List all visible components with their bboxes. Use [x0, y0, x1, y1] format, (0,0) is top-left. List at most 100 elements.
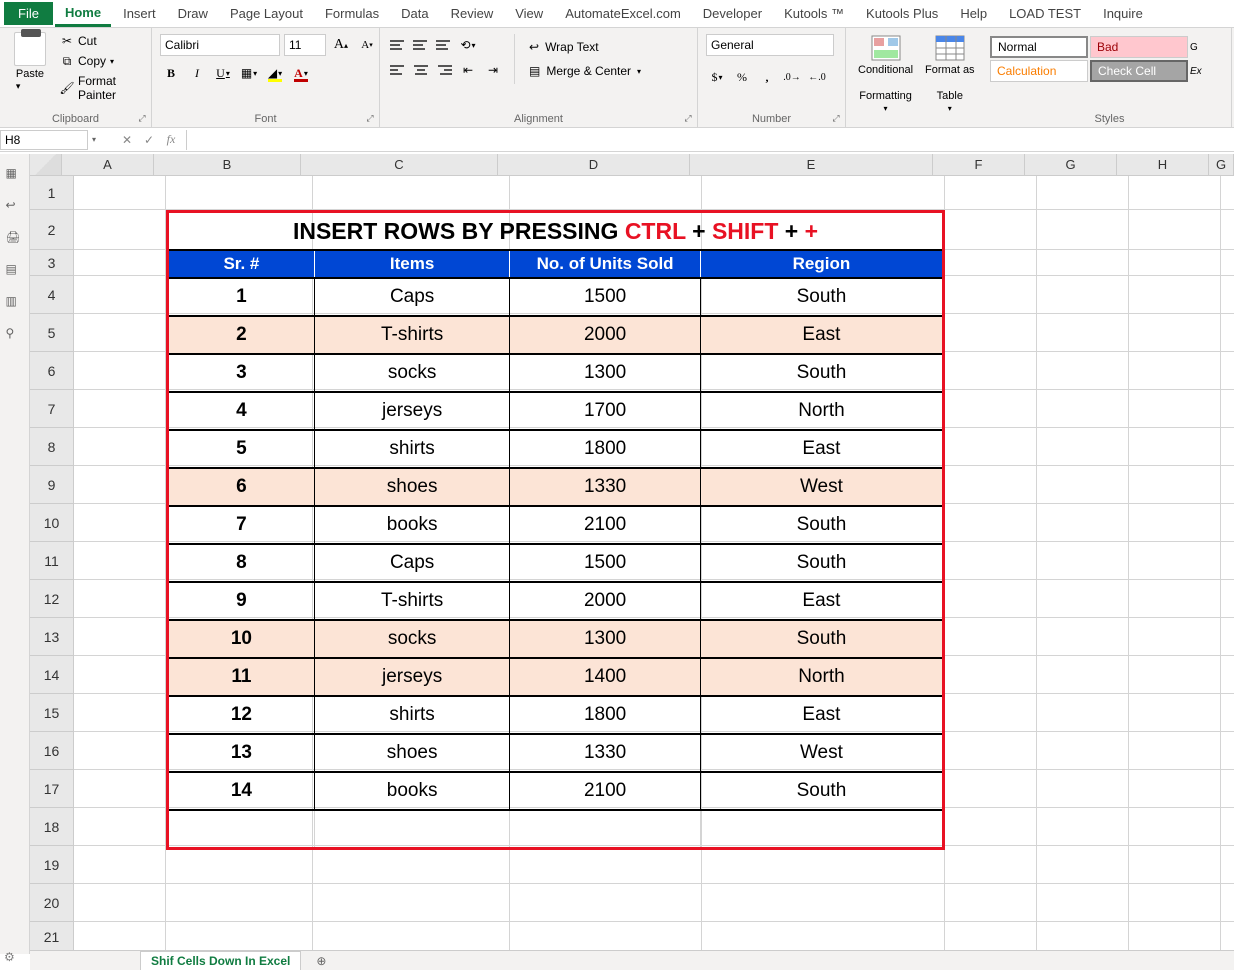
wrap-text-button[interactable]: ↩Wrap Text [525, 38, 645, 56]
menu-developer[interactable]: Developer [693, 2, 772, 25]
cell[interactable] [313, 922, 510, 950]
cell[interactable] [1221, 694, 1234, 732]
cell[interactable] [945, 352, 1037, 390]
cell[interactable] [1221, 656, 1234, 694]
cell-region[interactable]: West [701, 735, 942, 771]
cell[interactable] [1221, 542, 1234, 580]
cell[interactable] [1221, 884, 1234, 922]
cell[interactable] [1129, 314, 1221, 352]
cell[interactable] [1221, 428, 1234, 466]
cell[interactable] [74, 390, 166, 428]
cell[interactable] [1037, 808, 1129, 846]
cell-units[interactable]: 1800 [510, 431, 701, 467]
cell[interactable] [1129, 504, 1221, 542]
cell-sr[interactable]: 14 [169, 773, 315, 809]
cell[interactable] [702, 922, 945, 950]
cell[interactable] [945, 250, 1037, 276]
cell[interactable] [1221, 808, 1234, 846]
style-gallery-down[interactable]: Ex [1190, 60, 1210, 82]
cell[interactable] [1129, 732, 1221, 770]
cell[interactable] [1037, 352, 1129, 390]
col-header-E[interactable]: E [690, 154, 933, 175]
cell[interactable] [510, 922, 702, 950]
cell-sr[interactable]: 2 [169, 317, 315, 353]
row-header-5[interactable]: 5 [30, 314, 74, 352]
cell-sr[interactable]: 11 [169, 659, 315, 695]
row-header-18[interactable]: 18 [30, 808, 74, 846]
cell-region[interactable]: South [701, 773, 942, 809]
row-header-20[interactable]: 20 [30, 884, 74, 922]
cell-sr[interactable]: 8 [169, 545, 315, 581]
format-as-table-button[interactable]: Format asTable ▾ [921, 32, 979, 115]
cell-item[interactable]: jerseys [315, 659, 510, 695]
cell[interactable] [945, 176, 1037, 210]
cell[interactable] [510, 176, 702, 210]
cell[interactable] [1129, 922, 1221, 950]
cell[interactable] [945, 210, 1037, 250]
cell[interactable] [1037, 210, 1129, 250]
italic-button[interactable]: I [186, 62, 208, 84]
cell-item[interactable]: books [315, 773, 510, 809]
col-header-F[interactable]: F [933, 154, 1025, 175]
row-header-4[interactable]: 4 [30, 276, 74, 314]
menu-insert[interactable]: Insert [113, 2, 166, 25]
font-name-select[interactable] [160, 34, 280, 56]
menu-load-test[interactable]: LOAD TEST [999, 2, 1091, 25]
row-header-12[interactable]: 12 [30, 580, 74, 618]
cell[interactable] [74, 618, 166, 656]
increase-indent-button[interactable]: ⇥ [482, 59, 504, 81]
cell[interactable] [1221, 922, 1234, 950]
fill-color-button[interactable]: ◢▾ [264, 62, 286, 84]
cell-item[interactable]: books [315, 507, 510, 543]
menu-inquire[interactable]: Inquire [1093, 2, 1153, 25]
cell[interactable] [1221, 390, 1234, 428]
row-header-10[interactable]: 10 [30, 504, 74, 542]
cell[interactable] [74, 770, 166, 808]
cell-item[interactable]: Caps [315, 279, 510, 315]
dialog-launcher-font[interactable]: ⤢ [364, 112, 376, 124]
menu-help[interactable]: Help [950, 2, 997, 25]
cell-region[interactable]: South [701, 621, 942, 657]
menu-page-layout[interactable]: Page Layout [220, 2, 313, 25]
row-header-16[interactable]: 16 [30, 732, 74, 770]
row-header-1[interactable]: 1 [30, 176, 74, 210]
copy-button[interactable]: ⧉Copy ▾ [56, 52, 143, 70]
cell[interactable] [74, 504, 166, 542]
cell-sr[interactable]: 9 [169, 583, 315, 619]
dialog-launcher-clipboard[interactable]: ⤢ [136, 112, 148, 124]
cell[interactable] [1037, 466, 1129, 504]
cell[interactable] [1129, 210, 1221, 250]
cell[interactable] [74, 428, 166, 466]
decrease-indent-button[interactable]: ⇤ [457, 59, 479, 81]
font-size-select[interactable] [284, 34, 326, 56]
cell-item[interactable]: shirts [315, 431, 510, 467]
cell[interactable] [702, 176, 945, 210]
dialog-launcher-alignment[interactable]: ⤢ [682, 112, 694, 124]
cell[interactable] [74, 580, 166, 618]
rail-icon-1[interactable]: ▦ [6, 166, 24, 184]
cell[interactable] [1037, 846, 1129, 884]
cell-units[interactable]: 2000 [510, 317, 701, 353]
cell[interactable] [1221, 504, 1234, 542]
row-header-17[interactable]: 17 [30, 770, 74, 808]
row-header-19[interactable]: 19 [30, 846, 74, 884]
cell[interactable] [1037, 656, 1129, 694]
rail-icon-5[interactable]: ▥ [6, 294, 24, 312]
cell[interactable] [945, 770, 1037, 808]
cell[interactable] [1037, 732, 1129, 770]
number-format-select[interactable] [706, 34, 834, 56]
cell-units[interactable]: 1700 [510, 393, 701, 429]
cell[interactable] [1037, 694, 1129, 732]
cell[interactable] [1129, 656, 1221, 694]
cell[interactable] [1221, 732, 1234, 770]
name-box-dropdown[interactable]: ▾ [92, 135, 96, 144]
cell-region[interactable]: East [701, 317, 942, 353]
accounting-format-button[interactable]: $▾ [706, 66, 728, 88]
cell[interactable] [1037, 176, 1129, 210]
menu-draw[interactable]: Draw [168, 2, 218, 25]
cell[interactable] [1037, 884, 1129, 922]
increase-font-button[interactable]: A▴ [330, 34, 352, 56]
cell[interactable] [74, 732, 166, 770]
rail-icon-3[interactable]: 🖨 [6, 230, 24, 248]
cell[interactable] [1221, 210, 1234, 250]
